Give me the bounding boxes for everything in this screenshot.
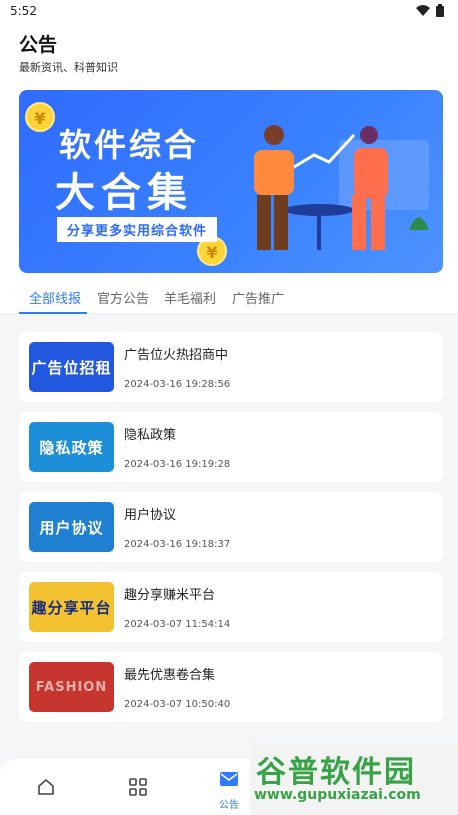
item-date: 2024-03-16 19:19:28 <box>124 459 231 470</box>
page-title: 公告 <box>19 34 58 56</box>
watermark: 谷普软件园 www.gupuxiazai.com <box>250 743 458 815</box>
item-title: 趣分享赚米平台 <box>124 588 216 603</box>
item-date: 2024-03-16 19:28:56 <box>124 379 231 390</box>
list-item[interactable]: 隐私政策 隐私政策 2024-03-16 19:19:28 <box>19 412 443 482</box>
thumbnail-text: FASHION <box>35 679 108 695</box>
nav-apps[interactable] <box>92 758 184 815</box>
list-item[interactable]: 趣分享平台 趣分享赚米平台 2024-03-07 11:54:14 <box>19 572 443 642</box>
item-date: 2024-03-07 11:54:14 <box>124 619 231 630</box>
tab-indicator <box>19 312 87 314</box>
item-date: 2024-03-16 19:18:37 <box>124 539 231 550</box>
watermark-url: www.gupuxiazai.com <box>254 787 421 803</box>
people-illustration <box>254 125 429 250</box>
item-date: 2024-03-07 10:50:40 <box>124 699 231 710</box>
banner-pill: 分享更多实用综合软件 <box>57 217 218 242</box>
system-icons <box>416 4 444 17</box>
item-title: 广告位火热招商中 <box>124 348 229 363</box>
item-thumbnail: 用户协议 <box>29 502 114 552</box>
list-item[interactable]: 用户协议 用户协议 2024-03-16 19:18:37 <box>19 492 443 562</box>
banner-line-2: 大合集 <box>55 170 193 216</box>
item-title: 最先优惠卷合集 <box>124 668 216 683</box>
mail-icon <box>220 772 238 786</box>
thumbnail-text: 隐私政策 <box>39 438 104 457</box>
grid-icon <box>129 778 147 796</box>
status-time: 5:52 <box>10 4 37 18</box>
battery-icon <box>436 4 444 17</box>
item-thumbnail: 趣分享平台 <box>29 582 114 632</box>
item-title: 隐私政策 <box>124 428 177 443</box>
item-thumbnail: 隐私政策 <box>29 422 114 472</box>
coin-icon: ¥ <box>25 102 55 132</box>
item-thumbnail: 广告位招租 <box>29 342 114 392</box>
watermark-title: 谷普软件园 <box>256 755 416 790</box>
thumbnail-text: 用户协议 <box>39 518 104 537</box>
tab-welfare[interactable]: 羊毛福利 <box>164 288 216 307</box>
tab-all[interactable]: 全部线报 <box>29 288 81 307</box>
item-thumbnail: FASHION <box>29 662 114 712</box>
home-icon <box>38 778 54 795</box>
thumbnail-text: 趣分享平台 <box>31 598 112 617</box>
list-item[interactable]: 广告位招租 广告位火热招商中 2024-03-16 19:28:56 <box>19 332 443 402</box>
tab-bar: 全部线报 官方公告 羊毛福利 广告推广 <box>0 280 458 314</box>
tab-ads[interactable]: 广告推广 <box>232 288 284 307</box>
thumbnail-text: 广告位招租 <box>31 358 112 377</box>
page-subtitle: 最新资讯、科普知识 <box>19 61 118 74</box>
tab-official[interactable]: 官方公告 <box>97 288 149 307</box>
item-title: 用户协议 <box>124 508 177 523</box>
status-bar: 5:52 <box>0 0 458 22</box>
promo-banner[interactable]: ¥ ¥ 软件综合 大合集 分享更多实用综合软件 <box>19 90 443 273</box>
wifi-icon <box>416 5 430 16</box>
list-item[interactable]: FASHION 最先优惠卷合集 2024-03-07 10:50:40 <box>19 652 443 722</box>
header: 公告 最新资讯、科普知识 ¥ ¥ 软件综合 大合集 分享更多实用综合软件 全部线… <box>0 22 458 314</box>
nav-home[interactable] <box>0 758 92 815</box>
